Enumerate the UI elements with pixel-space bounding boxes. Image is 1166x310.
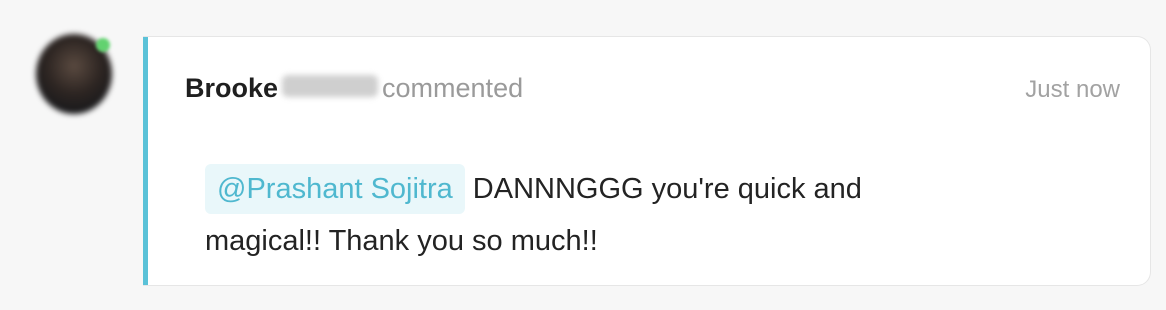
comment-action: commented: [382, 73, 524, 103]
comment-header: Brooke commented Just now: [185, 71, 1120, 107]
comment-text-line-2: magical!! Thank you so much!!: [205, 225, 598, 257]
online-status-icon: [96, 38, 110, 52]
comment-text-line-1: DANNNGGG you're quick and: [472, 173, 862, 205]
avatar[interactable]: [36, 34, 112, 114]
comment-body: @Prashant Sojitra DANNNGGG you're quick a…: [205, 163, 1085, 267]
comment-card: Brooke commented Just now @Prashant Soji…: [143, 36, 1151, 286]
user-mention[interactable]: @Prashant Sojitra: [205, 164, 465, 214]
comment-thread: Brooke commented Just now @Prashant Soji…: [0, 0, 1166, 310]
author-surname-redacted: [282, 75, 379, 97]
comment-timestamp[interactable]: Just now: [1025, 73, 1120, 107]
author-name[interactable]: Brooke: [185, 71, 278, 105]
comment-accent-bar: [143, 37, 148, 285]
